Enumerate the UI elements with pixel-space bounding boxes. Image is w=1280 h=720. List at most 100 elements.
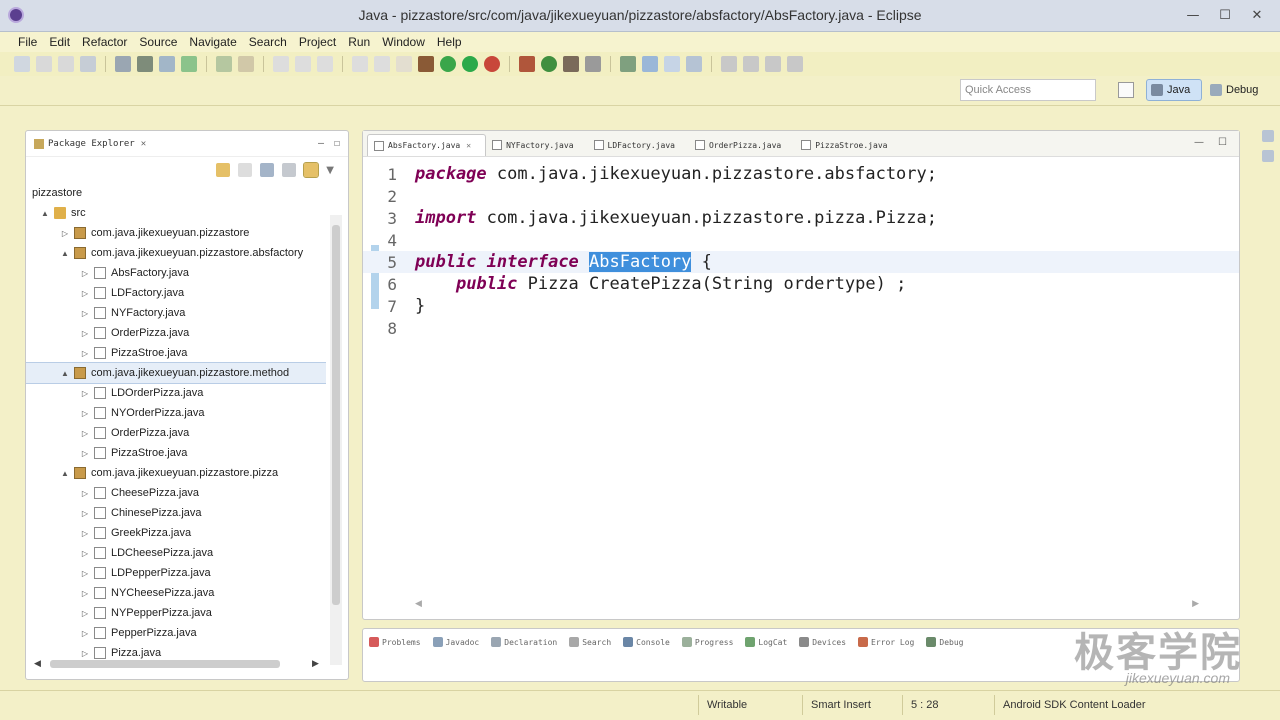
expand-toggle-icon[interactable]: ▲ (60, 249, 70, 258)
expand-toggle-icon[interactable]: ▷ (80, 289, 90, 298)
close-tab-icon[interactable]: ✕ (466, 141, 471, 150)
expand-toggle-icon[interactable]: ▷ (60, 229, 70, 238)
up-icon[interactable] (260, 163, 275, 177)
bottom-tab-declaration[interactable]: Declaration (491, 637, 557, 647)
debug-perspective-button[interactable]: Debug (1206, 79, 1274, 101)
back-icon[interactable] (352, 56, 368, 72)
bottom-tab-debug[interactable]: Debug (926, 637, 963, 647)
expand-toggle-icon[interactable]: ▷ (80, 389, 90, 398)
expand-toggle-icon[interactable]: ▲ (40, 209, 50, 218)
close-icon[interactable]: ✕ (141, 139, 146, 149)
skip-breakpoints-icon[interactable] (418, 56, 434, 72)
bottom-tab-logcat[interactable]: LogCat (745, 637, 787, 647)
debug-icon[interactable] (440, 56, 456, 72)
tree-item[interactable]: ▷ LDOrderPizza.java (26, 383, 326, 403)
lint-icon[interactable] (159, 56, 175, 72)
scroll-left-icon[interactable]: ◀ (415, 599, 422, 609)
code-line[interactable]: 7} (363, 295, 1239, 317)
project-root[interactable]: pizzastore (26, 183, 348, 203)
prev-edit-icon[interactable] (743, 56, 759, 72)
editor-tab[interactable]: AbsFactory.java ✕ (367, 134, 487, 156)
expand-toggle-icon[interactable]: ▷ (80, 629, 90, 638)
java-perspective-button[interactable]: Java (1146, 79, 1202, 101)
editor-tab[interactable]: LDFactory.java (588, 134, 689, 156)
expand-toggle-icon[interactable]: ▲ (60, 469, 70, 478)
package-explorer-tab[interactable]: Package Explorer ✕ — ☐ (26, 131, 348, 157)
menu-source[interactable]: Source (133, 35, 183, 49)
tree-item[interactable]: ▷ NYPepperPizza.java (26, 603, 326, 623)
code-line[interactable]: 1 package com.java.jikexueyuan.pizzastore… (363, 163, 1239, 185)
tree-item[interactable]: ▷ OrderPizza.java (26, 323, 326, 343)
editor-tab[interactable]: NYFactory.java (486, 134, 587, 156)
pin-icon[interactable] (396, 56, 412, 72)
collapse-all-icon[interactable] (282, 163, 297, 177)
menu-edit[interactable]: Edit (43, 35, 76, 49)
tree-item[interactable]: ▷ LDFactory.java (26, 283, 326, 303)
build-icon[interactable] (216, 56, 232, 72)
code-line[interactable]: 6 public Pizza CreatePizza(String ordert… (363, 273, 1239, 295)
expand-toggle-icon[interactable]: ▷ (80, 329, 90, 338)
nav-forward-icon[interactable] (787, 56, 803, 72)
code-area[interactable]: 1 package com.java.jikexueyuan.pizzastore… (363, 159, 1239, 599)
save-all-icon[interactable] (58, 56, 74, 72)
bottom-tab-progress[interactable]: Progress (681, 637, 733, 647)
menu-refactor[interactable]: Refactor (76, 35, 133, 49)
tree-item[interactable]: ▲ src (26, 203, 326, 223)
menu-file[interactable]: File (12, 35, 43, 49)
quick-access-input[interactable]: Quick Access (960, 79, 1096, 101)
tree-item[interactable]: ▲ com.java.jikexueyuan.pizzastore.method (26, 362, 326, 384)
task-list-icon[interactable] (1262, 150, 1274, 162)
toggle-block-selection-icon[interactable] (642, 56, 658, 72)
maximize-view-icon[interactable]: ☐ (334, 138, 340, 149)
tree-item[interactable]: ▷ PepperPizza.java (26, 623, 326, 643)
code-line[interactable]: 8 (363, 317, 1239, 339)
view-menu-icon[interactable]: ▼ (326, 165, 334, 176)
open-type-icon[interactable] (563, 56, 579, 72)
mark-occurrences-icon[interactable] (620, 56, 636, 72)
check-icon[interactable] (181, 56, 197, 72)
search-icon[interactable] (585, 56, 601, 72)
outline-view-icon[interactable] (1262, 130, 1274, 142)
expand-toggle-icon[interactable]: ▷ (80, 269, 90, 278)
scroll-right-icon[interactable]: ▶ (1192, 599, 1199, 609)
editor-tab[interactable]: OrderPizza.java (689, 134, 795, 156)
forward-arrow-icon[interactable] (238, 163, 253, 177)
expand-toggle-icon[interactable]: ▷ (80, 309, 90, 318)
menu-navigate[interactable]: Navigate (183, 35, 242, 49)
horizontal-scrollbar[interactable]: ◀ ▶ (34, 657, 324, 671)
next-annotation-icon[interactable] (273, 56, 289, 72)
run-icon[interactable] (462, 56, 478, 72)
code-line[interactable]: 3 import com.java.jikexueyuan.pizzastore.… (363, 207, 1239, 229)
scroll-right-icon[interactable]: ▶ (312, 659, 324, 669)
vertical-scrollbar[interactable] (330, 215, 342, 665)
expand-toggle-icon[interactable]: ▷ (80, 349, 90, 358)
tree-item[interactable]: ▷ LDPepperPizza.java (26, 563, 326, 583)
menu-window[interactable]: Window (376, 35, 431, 49)
print-icon[interactable] (80, 56, 96, 72)
prev-annotation-icon[interactable] (295, 56, 311, 72)
bottom-tab-problems[interactable]: Problems (369, 637, 421, 647)
tree-item[interactable]: ▷ ChinesePizza.java (26, 503, 326, 523)
last-edit-icon[interactable] (317, 56, 333, 72)
menu-search[interactable]: Search (243, 35, 293, 49)
expand-toggle-icon[interactable]: ▷ (80, 449, 90, 458)
new-icon[interactable] (14, 56, 30, 72)
maximize-button[interactable]: ☐ (1210, 4, 1240, 26)
tree-item[interactable]: ▷ LDCheesePizza.java (26, 543, 326, 563)
code-line[interactable]: 4 (363, 229, 1239, 251)
external-tools-icon[interactable] (484, 56, 500, 72)
editor-tab[interactable]: PizzaStroe.java (795, 134, 901, 156)
tree-item[interactable]: ▷ OrderPizza.java (26, 423, 326, 443)
expand-toggle-icon[interactable]: ▷ (80, 589, 90, 598)
expand-toggle-icon[interactable]: ▷ (80, 429, 90, 438)
link-with-editor-icon[interactable] (303, 162, 320, 178)
tree-item[interactable]: ▷ com.java.jikexueyuan.pizzastore (26, 223, 326, 243)
expand-toggle-icon[interactable]: ▷ (80, 609, 90, 618)
task-icon[interactable] (238, 56, 254, 72)
save-icon[interactable] (36, 56, 52, 72)
forward-icon[interactable] (374, 56, 390, 72)
menu-help[interactable]: Help (431, 35, 468, 49)
scroll-left-icon[interactable]: ◀ (34, 659, 46, 669)
tree-item[interactable]: ▷ NYFactory.java (26, 303, 326, 323)
avd-manager-icon[interactable] (137, 56, 153, 72)
